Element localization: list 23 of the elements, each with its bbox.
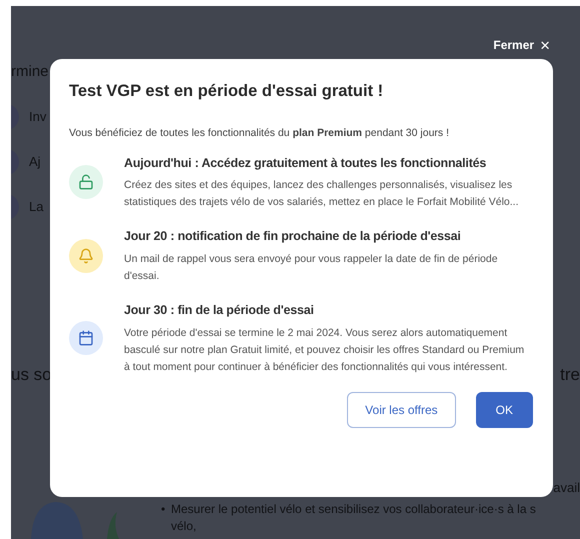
step-text: Votre période d'essai se termine le 2 mai 2024. Vous serez alors automatiquement basculé sur notre plan Gratuit limité, et pouvez choisir les offres Standard ou Premium à tout moment pour continuer à bénéficier des fonctionnalités qui vous intéressent. [124,326,526,375]
bullet-text: vélo, [171,518,196,535]
item-label: Inv [29,108,46,126]
ok-button[interactable]: OK [476,392,533,428]
offers-button[interactable]: Voir les offres [347,392,456,428]
calendar-icon [78,330,94,346]
bell-icon [78,248,94,264]
dialog-title: Test VGP est en période d'essai gratuit ! [69,81,384,102]
section-heading: tre [560,364,580,386]
unlock-icon [78,174,94,190]
item-label: Aj [29,153,41,172]
step-title: Aujourd'hui : Accédez gratuitement à toutes les fonctionnalités [124,154,488,172]
bullet-marker: • [161,501,166,518]
body-text: avail [553,479,580,497]
dialog-intro: Vous bénéficiez de toutes les fonctionnalités du plan Premium pendant 30 jours ! [69,126,450,141]
step-text: Créez des sites et des équipes, lancez des challenges personnalisés, visualisez les statistiques des trajets vélo de vos salariés, mettez en place le Forfait Mobilité Vélo... [124,178,520,210]
close-button[interactable]: Fermer × [493,36,550,54]
step-title: Jour 30 : fin de la période d'essai [124,302,315,319]
item-label: La [29,198,44,216]
bullet-text: Mesurer le potentiel vélo et sensibilisez vos collaborateur·ice·s à la s [171,501,536,518]
step-title: Jour 20 : notification de fin prochaine de la période d'essai [124,228,462,246]
step-text: Un mail de rappel vous sera envoyé pour vous rappeler la date de fin de période d'essai. [124,252,499,284]
page-heading: rmine [11,62,49,82]
